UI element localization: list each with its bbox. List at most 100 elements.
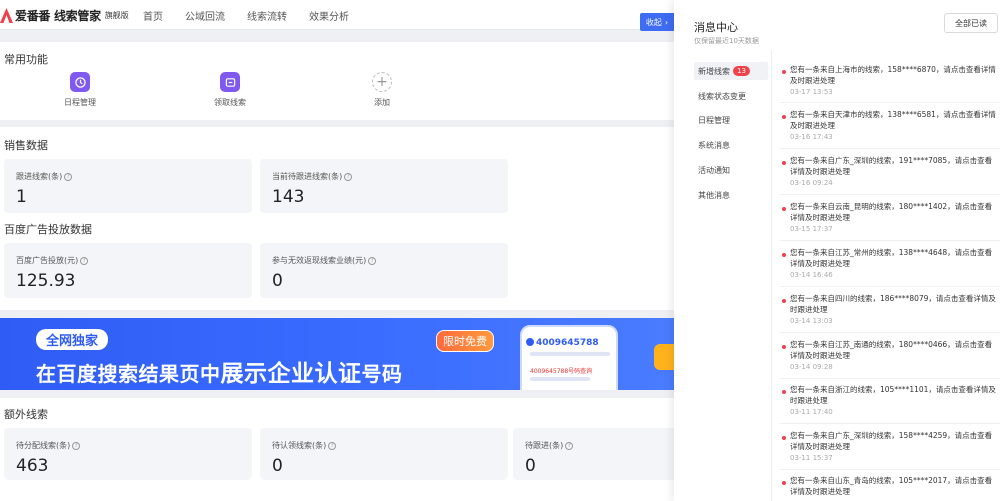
divider bbox=[780, 423, 1000, 424]
category-label: 系统消息 bbox=[698, 140, 730, 150]
message-text: 您有一条来自浙江的线索，105****1101，请点击查看详情及时跟进处理 bbox=[790, 385, 996, 405]
message-text: 您有一条来自广东_深圳的线索，191****7085，请点击查看详情及时跟进处理 bbox=[790, 156, 993, 176]
message-text: 您有一条来自四川的线索，186****8079，请点击查看详情及时跟进处理 bbox=[790, 294, 996, 314]
phone-number: 4009645788 bbox=[536, 338, 599, 348]
stat-label: 待认领线索(条)? bbox=[272, 440, 337, 451]
stat-label-text: 百度广告投放(元) bbox=[16, 256, 79, 265]
stat-label: 跟进线索(条)? bbox=[16, 171, 73, 182]
message-time: 03-15 17:37 bbox=[790, 225, 833, 233]
quick-item-label: 日程管理 bbox=[64, 98, 96, 107]
logo-icon bbox=[0, 7, 13, 23]
category-system[interactable]: 系统消息 bbox=[694, 136, 768, 154]
unread-dot bbox=[782, 481, 786, 485]
clock-icon bbox=[70, 72, 90, 92]
banner-headline-start: 在百度搜索结果页中 bbox=[36, 362, 221, 386]
message-text: 您有一条来自天津市的线索，138****6581，请点击查看详情及时跟进处理 bbox=[790, 110, 996, 130]
category-label: 日程管理 bbox=[698, 115, 730, 125]
stat-label: 百度广告投放(元)? bbox=[16, 255, 89, 266]
stat-value: 463 bbox=[16, 456, 49, 476]
drawer-title: 消息中心 bbox=[694, 21, 738, 34]
divider bbox=[780, 286, 1000, 287]
extra-leads-panel: 额外线索 待分配线索(条)? 463 待认领线索(条)? 0 待跟进(条)? 0 bbox=[0, 398, 683, 501]
message-text: 您有一条来自江苏_常州的线索，138****4648，请点击查看详情及时跟进处理 bbox=[790, 248, 993, 268]
unread-dot bbox=[782, 253, 786, 257]
category-status-change[interactable]: 线索状态变更 bbox=[694, 87, 768, 105]
plus-icon: + bbox=[372, 72, 392, 92]
phone-placeholder-line bbox=[530, 352, 610, 356]
category-new-leads[interactable]: 新增线索 13 bbox=[694, 62, 768, 80]
stat-label-text: 当前待跟进线索(条) bbox=[272, 172, 343, 181]
top-bar: 爱番番 线索管家 旗舰版 首页 公域回流 线索流转 效果分析 bbox=[0, 0, 674, 30]
stat-label: 当前待跟进线索(条)? bbox=[272, 171, 353, 182]
quick-item-label: 添加 bbox=[374, 98, 390, 107]
message-time: 03-17 13:53 bbox=[790, 88, 833, 96]
nav-item-analytics[interactable]: 效果分析 bbox=[309, 8, 349, 23]
stat-value: 0 bbox=[272, 271, 283, 291]
category-activity[interactable]: 活动通知 bbox=[694, 161, 768, 179]
help-icon[interactable]: ? bbox=[72, 441, 81, 450]
extra-leads-title: 额外线索 bbox=[4, 408, 48, 421]
help-icon[interactable]: ? bbox=[565, 441, 574, 450]
stat-value: 1 bbox=[16, 187, 27, 207]
stat-card-cashback[interactable]: 参与无效返现线索业绩(元)? 0 bbox=[260, 243, 508, 298]
category-label: 其他消息 bbox=[698, 190, 730, 200]
drawer-subtitle: 仅保留最近10天数据 bbox=[694, 37, 759, 45]
sales-data-title: 销售数据 bbox=[4, 139, 48, 152]
stat-label: 待分配线索(条)? bbox=[16, 440, 81, 451]
phone-mockup: 4009645788 4009645788号码查询 bbox=[520, 325, 618, 390]
collapse-label: 收起 bbox=[645, 17, 662, 27]
edition-label: 旗舰版 bbox=[104, 10, 129, 20]
unread-dot bbox=[782, 161, 786, 165]
stat-card-to-assign[interactable]: 待分配线索(条)? 463 bbox=[4, 428, 252, 480]
nav-item-home[interactable]: 首页 bbox=[143, 8, 163, 23]
message-time: 03-11 15:37 bbox=[790, 454, 833, 462]
logo-text: 爱番番 线索管家 bbox=[15, 8, 101, 23]
divider bbox=[780, 469, 1000, 470]
stat-value: 125.93 bbox=[16, 271, 76, 291]
help-icon[interactable]: ? bbox=[64, 172, 73, 181]
banner-cta-button[interactable] bbox=[654, 344, 674, 370]
message-text: 您有一条来自上海市的线索，158****6870，请点击查看详情及时跟进处理 bbox=[790, 65, 996, 85]
collapse-button[interactable]: 收起 › bbox=[640, 13, 674, 31]
category-schedule[interactable]: 日程管理 bbox=[694, 111, 768, 129]
nav-item-lead-flow[interactable]: 线索流转 bbox=[247, 8, 287, 23]
phone-query-text: 4009645788号码查询 bbox=[530, 368, 593, 375]
chevron-right-icon: › bbox=[664, 17, 669, 27]
quick-functions-panel: 常用功能 日程管理 领取线索 + 添加 bbox=[0, 42, 674, 120]
stat-card-pending-leads[interactable]: 当前待跟进线索(条)? 143 bbox=[260, 159, 508, 213]
unread-dot bbox=[782, 345, 786, 349]
help-icon[interactable]: ? bbox=[368, 256, 377, 265]
message-time: 03-16 17:43 bbox=[790, 133, 833, 141]
divider bbox=[780, 332, 1000, 333]
message-center-drawer: 消息中心 仅保留最近10天数据 全部已读 新增线索 13 线索状态变更 日程管理… bbox=[674, 0, 1000, 501]
mark-all-read-button[interactable]: 全部已读 bbox=[944, 13, 998, 33]
message-time: 03-14 09:28 bbox=[790, 363, 833, 371]
help-icon[interactable]: ? bbox=[80, 256, 89, 265]
stat-card-to-claim[interactable]: 待认领线索(条)? 0 bbox=[260, 428, 508, 480]
category-other[interactable]: 其他消息 bbox=[694, 186, 768, 204]
unread-dot bbox=[782, 70, 786, 74]
stat-value: 0 bbox=[272, 456, 283, 476]
message-category-list: 新增线索 13 线索状态变更 日程管理 系统消息 活动通知 其他消息 bbox=[674, 50, 772, 501]
stat-card-to-follow[interactable]: 待跟进(条)? 0 bbox=[513, 428, 683, 480]
message-text: 您有一条来自云南_昆明的线索，180****1402，请点击查看详情及时跟进处理 bbox=[790, 202, 993, 222]
logo[interactable]: 爱番番 线索管家 旗舰版 bbox=[0, 4, 129, 26]
category-label: 新增线索 bbox=[698, 66, 730, 76]
stat-card-ad-spend[interactable]: 百度广告投放(元)? 125.93 bbox=[4, 243, 252, 298]
quick-item-claim-lead[interactable]: 领取线索 bbox=[200, 72, 260, 108]
divider bbox=[780, 148, 1000, 149]
main-nav: 首页 公域回流 线索流转 效果分析 bbox=[143, 8, 371, 23]
quick-item-schedule[interactable]: 日程管理 bbox=[50, 72, 110, 108]
stat-card-followed-leads[interactable]: 跟进线索(条)? 1 bbox=[4, 159, 252, 213]
stat-label: 参与无效返现线索业绩(元)? bbox=[272, 255, 377, 266]
category-label: 线索状态变更 bbox=[698, 91, 746, 101]
help-icon[interactable]: ? bbox=[344, 172, 353, 181]
nav-item-public-return[interactable]: 公域回流 bbox=[185, 8, 225, 23]
phone-placeholder-line bbox=[530, 377, 590, 381]
promo-banner[interactable]: 全网独家 在百度搜索结果页中展示企业认证号码 限时免费 4009645788 4… bbox=[0, 318, 674, 390]
help-icon[interactable]: ? bbox=[328, 441, 337, 450]
divider bbox=[780, 240, 1000, 241]
quick-item-add[interactable]: + 添加 bbox=[352, 72, 412, 108]
stat-label: 待跟进(条)? bbox=[525, 440, 574, 451]
divider bbox=[780, 194, 1000, 195]
